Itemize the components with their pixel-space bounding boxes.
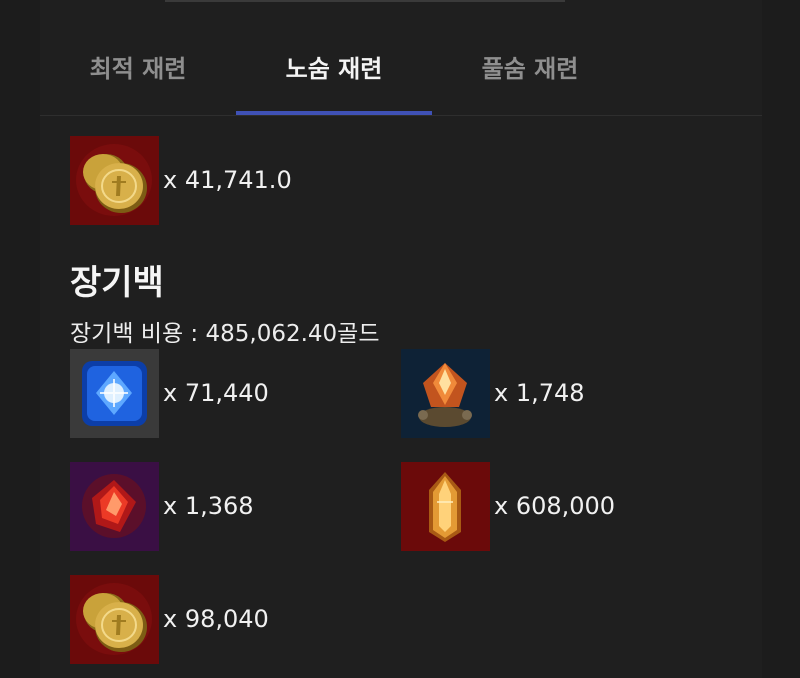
section-title: 장기백 <box>70 263 164 303</box>
material-quantity: x 98,040 <box>163 605 269 633</box>
tab-optimal-refine[interactable]: 최적 재련 <box>40 36 236 114</box>
material-quantity: x 71,440 <box>163 379 269 407</box>
blue-gem-icon <box>70 348 159 438</box>
tab-no-breath-refine[interactable]: 노숨 재련 <box>236 36 432 114</box>
amber-crystal-icon <box>401 461 490 551</box>
material-quantity: x 608,000 <box>494 492 616 520</box>
material-quantity: x 1,748 <box>494 379 585 407</box>
material-item: x 1,368 <box>70 461 254 551</box>
top-divider <box>165 0 565 2</box>
gold-coins-icon <box>70 135 159 225</box>
section-cost-label: 장기백 비용 : 485,062.40골드 <box>70 321 380 347</box>
gold-cost-item: x 41,741.0 <box>70 135 292 225</box>
material-quantity: x 1,368 <box>163 492 254 520</box>
material-item: x 608,000 <box>401 461 615 551</box>
material-item: x 98,040 <box>70 574 269 664</box>
red-gem-icon <box>70 461 159 551</box>
orange-crystal-icon <box>401 348 490 438</box>
material-item: x 71,440 <box>70 348 269 438</box>
tabs-divider <box>40 115 762 116</box>
gold-coins-icon <box>70 574 159 664</box>
refine-tabs: 최적 재련 노숨 재련 풀숨 재련 <box>40 36 762 116</box>
gold-quantity: x 41,741.0 <box>163 166 292 194</box>
tab-full-breath-refine[interactable]: 풀숨 재련 <box>432 36 628 114</box>
material-item: x 1,748 <box>401 348 585 438</box>
